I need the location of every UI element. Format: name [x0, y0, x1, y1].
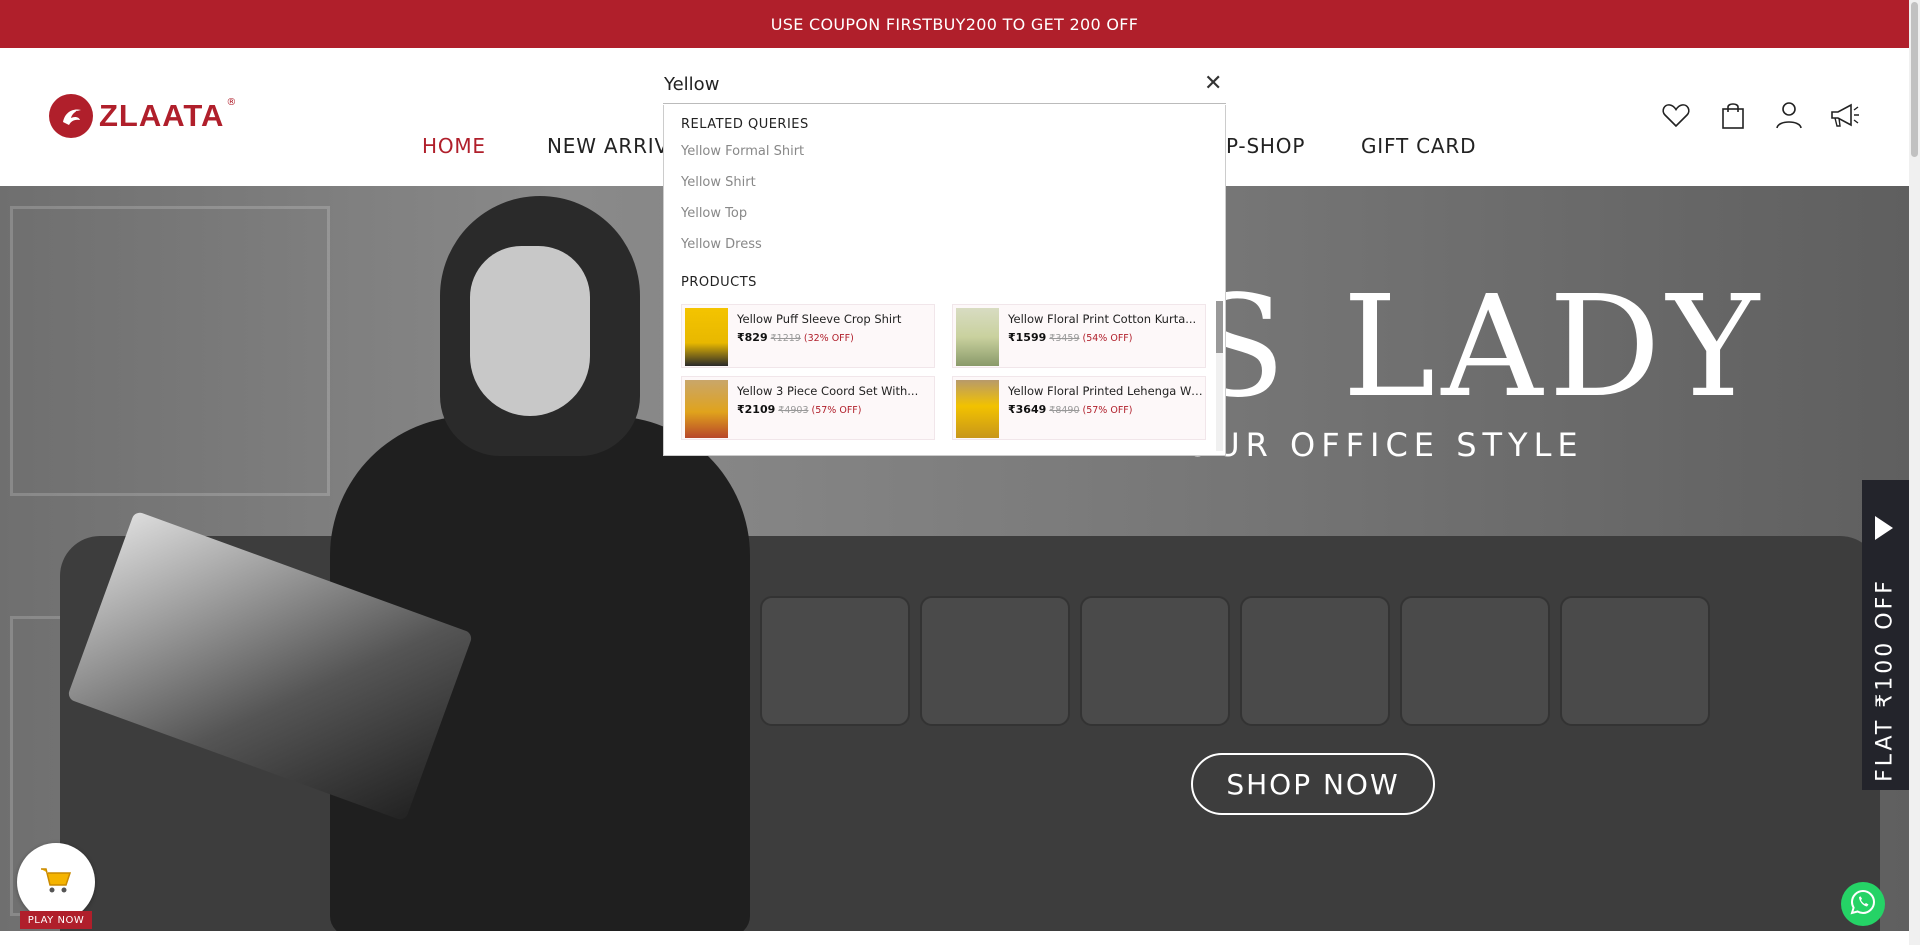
sofa-cushion	[1240, 596, 1390, 726]
product-name: Yellow Floral Printed Lehenga Wit...	[1008, 384, 1203, 398]
shopping-bag-icon[interactable]	[1718, 100, 1748, 130]
nav-gift-card[interactable]: GIFT CARD	[1361, 134, 1476, 158]
product-price: ₹3649	[1008, 403, 1047, 416]
product-discount: (57% OFF)	[1082, 405, 1133, 416]
user-icon[interactable]	[1774, 100, 1804, 130]
product-name: Yellow Puff Sleeve Crop Shirt	[737, 312, 902, 326]
product-discount: (32% OFF)	[803, 333, 854, 344]
flat-offer-tab[interactable]: FLAT ₹100 OFF	[1862, 480, 1909, 790]
product-mrp: ₹4903	[778, 405, 809, 416]
sofa-cushion	[760, 596, 910, 726]
product-discount: (54% OFF)	[1082, 333, 1133, 344]
product-thumbnail	[685, 380, 728, 438]
nav-new-arrivals[interactable]: NEW ARRIV	[547, 134, 669, 158]
product-name: Yellow 3 Piece Coord Set With...	[737, 384, 919, 398]
sofa-cushion	[1400, 596, 1550, 726]
megaphone-icon[interactable]	[1829, 100, 1859, 130]
product-price: ₹2109	[737, 403, 776, 416]
search-suggestions: RELATED QUERIES Yellow Formal Shirt Yell…	[663, 105, 1226, 456]
nav-home[interactable]: HOME	[422, 134, 486, 158]
product-price: ₹1599	[1008, 331, 1047, 344]
product-pricing: ₹1599 ₹3459 (54% OFF)	[1008, 331, 1132, 344]
play-now-widget[interactable]: PLAY NOW	[17, 843, 95, 929]
hero-title: S LADY	[1190, 266, 1766, 429]
suggestions-scrollbar[interactable]	[1216, 301, 1223, 451]
nav-pop-shop[interactable]: P-SHOP	[1226, 134, 1305, 158]
product-suggestion[interactable]: Yellow 3 Piece Coord Set With... ₹2109 ₹4…	[681, 376, 935, 440]
product-discount: (57% OFF)	[811, 405, 862, 416]
promo-text: USE COUPON FIRSTBUY200 TO GET 200 OFF	[770, 14, 1139, 34]
flat-offer-text: FLAT ₹100 OFF	[1872, 578, 1898, 782]
product-mrp: ₹1219	[770, 333, 801, 344]
model-face	[470, 246, 590, 416]
product-suggestion[interactable]: Yellow Floral Print Cotton Kurta... ₹159…	[952, 304, 1206, 368]
related-queries-heading: RELATED QUERIES	[681, 117, 809, 132]
product-thumbnail	[956, 308, 999, 366]
wall-panel	[10, 206, 330, 496]
search-bar: ✕	[663, 66, 1226, 104]
search-input[interactable]	[664, 72, 1164, 96]
sofa-cushion	[1560, 596, 1710, 726]
product-thumbnail	[685, 308, 728, 366]
product-pricing: ₹829 ₹1219 (32% OFF)	[737, 331, 854, 344]
product-name: Yellow Floral Print Cotton Kurta...	[1008, 312, 1197, 326]
product-pricing: ₹3649 ₹8490 (57% OFF)	[1008, 403, 1132, 416]
hero-subtitle: OUR OFFICE STYLE	[1185, 426, 1584, 464]
whatsapp-icon	[1849, 888, 1877, 920]
product-mrp: ₹8490	[1049, 405, 1080, 416]
registered-mark: ®	[226, 96, 237, 108]
play-arrow-icon	[1875, 516, 1893, 540]
brand-logo[interactable]: ZLAATA ®	[49, 94, 236, 138]
whatsapp-button[interactable]	[1841, 882, 1885, 926]
shop-now-button[interactable]: SHOP NOW	[1191, 753, 1435, 815]
page-scrollbar[interactable]	[1909, 0, 1920, 945]
related-query-item[interactable]: Yellow Formal Shirt	[681, 144, 804, 159]
logo-bird-icon	[49, 94, 93, 138]
close-icon[interactable]: ✕	[1204, 73, 1222, 95]
sofa-cushion	[1080, 596, 1230, 726]
product-pricing: ₹2109 ₹4903 (57% OFF)	[737, 403, 861, 416]
play-now-label[interactable]: PLAY NOW	[20, 911, 92, 929]
play-now-circle[interactable]	[17, 843, 95, 921]
related-query-item[interactable]: Yellow Shirt	[681, 175, 756, 190]
product-suggestion[interactable]: Yellow Floral Printed Lehenga Wit... ₹36…	[952, 376, 1206, 440]
related-query-item[interactable]: Yellow Dress	[681, 237, 762, 252]
products-heading: PRODUCTS	[681, 275, 757, 290]
cart-icon	[39, 865, 73, 899]
product-suggestion[interactable]: Yellow Puff Sleeve Crop Shirt ₹829 ₹1219(…	[681, 304, 935, 368]
suggestions-scrollbar-thumb[interactable]	[1216, 301, 1223, 353]
page-scrollbar-thumb[interactable]	[1911, 2, 1918, 157]
product-price: ₹829	[737, 331, 768, 344]
heart-icon[interactable]	[1661, 100, 1691, 130]
product-mrp: ₹3459	[1049, 333, 1080, 344]
related-query-item[interactable]: Yellow Top	[681, 206, 747, 221]
product-thumbnail	[956, 380, 999, 438]
sofa-cushion	[920, 596, 1070, 726]
brand-name: ZLAATA	[99, 98, 225, 133]
promo-banner: USE COUPON FIRSTBUY200 TO GET 200 OFF	[0, 0, 1909, 48]
